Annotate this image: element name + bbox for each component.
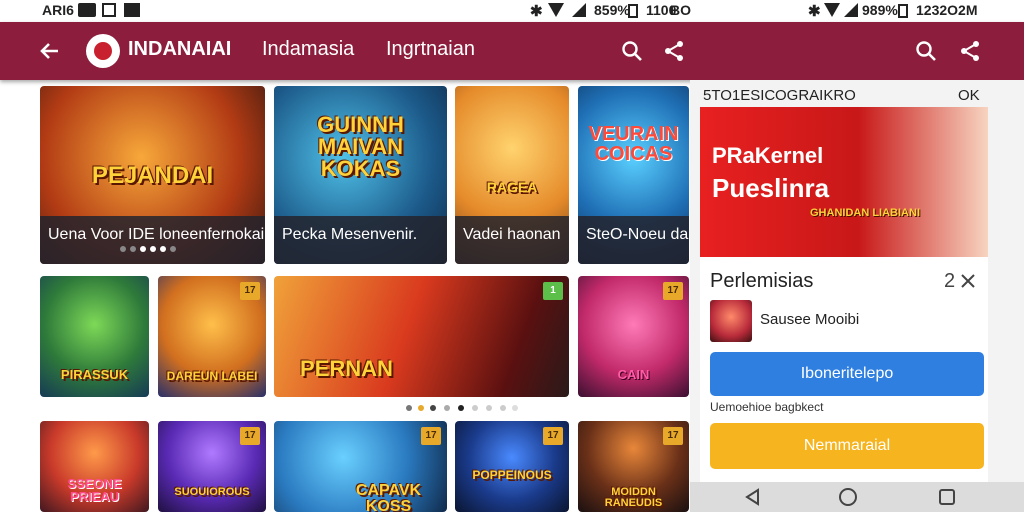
sub-text: Uemoehioe bagbkect xyxy=(710,400,824,414)
game-badge: 17 xyxy=(543,427,563,445)
status-bar: ARI6 ✱ 859% 1100 BO ✱ 989% 1232O2M xyxy=(0,0,1024,22)
carousel-dot[interactable] xyxy=(170,246,176,252)
game-caption: Uena Voor IDE loneenfernokai xyxy=(40,216,265,264)
game-card[interactable]: PIRASSUK xyxy=(40,276,149,397)
game-card[interactable]: CAPAVK KOSS 17 xyxy=(274,421,447,512)
system-nav-bar xyxy=(690,482,1024,512)
game-art-title: DAREUN LABEI xyxy=(166,369,258,383)
game-art-title: SUOUIOROUS xyxy=(174,486,250,498)
game-art-title: CAPAVK KOSS xyxy=(355,482,422,512)
battery-icon-right xyxy=(898,4,908,18)
game-badge: 17 xyxy=(663,282,683,300)
nav-item-indamasia[interactable]: Indamasia xyxy=(262,38,354,61)
game-card[interactable]: MOIDDN RANEUDIS 17 xyxy=(578,421,689,512)
bluetooth-icon: ✱ xyxy=(530,3,543,20)
brand-name: INDANAIAI xyxy=(128,38,232,60)
signal-icon-right xyxy=(844,3,858,17)
game-art-title: RAGEA xyxy=(486,179,538,195)
carousel-dot[interactable] xyxy=(140,246,146,252)
nav-home-icon[interactable] xyxy=(838,487,858,507)
game-card[interactable]: VEURAIN COICAS SteO-Noeu da xyxy=(578,86,689,264)
game-card[interactable]: SUOUIOROUS 17 xyxy=(158,421,266,512)
banner-logo: GHANIDAN LIABIANI xyxy=(810,207,920,219)
pager-dot[interactable] xyxy=(418,405,424,411)
status-battery: 859% xyxy=(594,2,630,18)
nav-back-icon[interactable] xyxy=(744,488,762,506)
carousel-dot[interactable] xyxy=(160,246,166,252)
game-art-title: MOIDDN RANEUDIS xyxy=(604,486,663,509)
battery-icon xyxy=(628,4,638,18)
game-card[interactable]: CAIN 17 xyxy=(578,276,689,397)
game-badge: 17 xyxy=(240,282,260,300)
search-icon[interactable] xyxy=(620,39,644,63)
image-icon xyxy=(124,3,140,17)
status-time-suffix: BO xyxy=(670,2,691,18)
wifi-icon xyxy=(548,3,564,17)
banner-line2: Pueslinra xyxy=(712,173,830,203)
section-title: Perlemisias xyxy=(710,270,814,292)
section-count: 2 xyxy=(944,270,956,292)
signal-icon xyxy=(572,3,586,17)
game-card[interactable]: DAREUN LABEI 17 xyxy=(158,276,266,397)
game-caption: Pecka Mesenvenir. xyxy=(274,216,447,264)
carousel-dot[interactable] xyxy=(120,246,126,252)
game-art-title: GUINNH MAIVAN KOKAS xyxy=(317,112,404,181)
game-caption: Vadei haonan xyxy=(455,216,569,264)
banner-line1: PRaKernel xyxy=(712,143,824,168)
panel-header-mid: OGRAIKRO xyxy=(775,87,856,104)
pager-dot[interactable] xyxy=(500,405,506,411)
game-badge: 17 xyxy=(240,427,260,445)
game-card[interactable]: POPPEINOUS 17 xyxy=(455,421,569,512)
game-badge: 17 xyxy=(663,427,683,445)
panel-header-left: 5TO1ESIC xyxy=(703,87,776,104)
item-thumbnail[interactable] xyxy=(710,300,752,342)
pager-dot[interactable] xyxy=(486,405,492,411)
notification-icon xyxy=(78,3,96,17)
pager-dot[interactable] xyxy=(512,405,518,411)
game-badge: 1 xyxy=(543,282,563,300)
bluetooth-icon-right: ✱ xyxy=(808,3,821,20)
game-caption: SteO-Noeu da xyxy=(578,216,689,264)
game-art-title: SSEONE PRIEAU xyxy=(67,476,122,504)
share-icon[interactable] xyxy=(662,39,686,63)
pager-dot[interactable] xyxy=(444,405,450,411)
status-left-text: ARI6 xyxy=(42,2,74,18)
item-label: Sausee Mooibi xyxy=(760,311,860,328)
pager-dot[interactable] xyxy=(406,405,412,411)
game-card[interactable]: SSEONE PRIEAU xyxy=(40,421,149,512)
pager-dot[interactable] xyxy=(430,405,436,411)
app-logo xyxy=(86,34,120,68)
promo-banner[interactable]: PRaKernel Pueslinra GHANIDAN LIABIANI xyxy=(700,107,988,257)
game-badge: 17 xyxy=(421,427,441,445)
search-icon-right[interactable] xyxy=(914,39,938,63)
pager-dot[interactable] xyxy=(458,405,464,411)
game-art-title: PEJANDAI xyxy=(91,162,214,189)
primary-blue-button[interactable]: Iboneritelepo xyxy=(710,352,984,396)
game-art-title: CAIN xyxy=(617,367,650,382)
nav-item-ingrtnaian[interactable]: Ingrtnaian xyxy=(386,38,475,61)
panel-header-right[interactable]: OK xyxy=(958,87,980,104)
screenshot-icon xyxy=(102,3,116,17)
pager-dot[interactable] xyxy=(472,405,478,411)
game-art-title: POPPEINOUS xyxy=(472,468,552,482)
status-battery-right: 989% xyxy=(862,2,898,18)
game-art-title: VEURAIN COICAS xyxy=(588,123,679,165)
wifi-icon-right xyxy=(824,3,840,17)
app-bar: INDANAIAI Indamasia Ingrtnaian xyxy=(0,22,1024,80)
close-icon[interactable] xyxy=(960,273,976,289)
carousel-dot[interactable] xyxy=(130,246,136,252)
status-time-right: 1232O2M xyxy=(916,2,978,18)
game-card[interactable]: PERNAN 1 xyxy=(274,276,569,397)
game-card[interactable]: GUINNH MAIVAN KOKAS Pecka Mesenvenir. xyxy=(274,86,447,264)
nav-recents-icon[interactable] xyxy=(938,488,956,506)
game-card[interactable]: PEJANDAI Uena Voor IDE loneenfernokai xyxy=(40,86,265,264)
game-art-title: PERNAN xyxy=(300,356,393,381)
game-card[interactable]: RAGEA Vadei haonan xyxy=(455,86,569,264)
share-icon-right[interactable] xyxy=(958,39,982,63)
carousel-dot[interactable] xyxy=(150,246,156,252)
back-arrow-icon[interactable] xyxy=(38,39,62,63)
game-art-title: PIRASSUK xyxy=(60,367,129,382)
primary-yellow-button[interactable]: Nemmaraial xyxy=(710,423,984,469)
